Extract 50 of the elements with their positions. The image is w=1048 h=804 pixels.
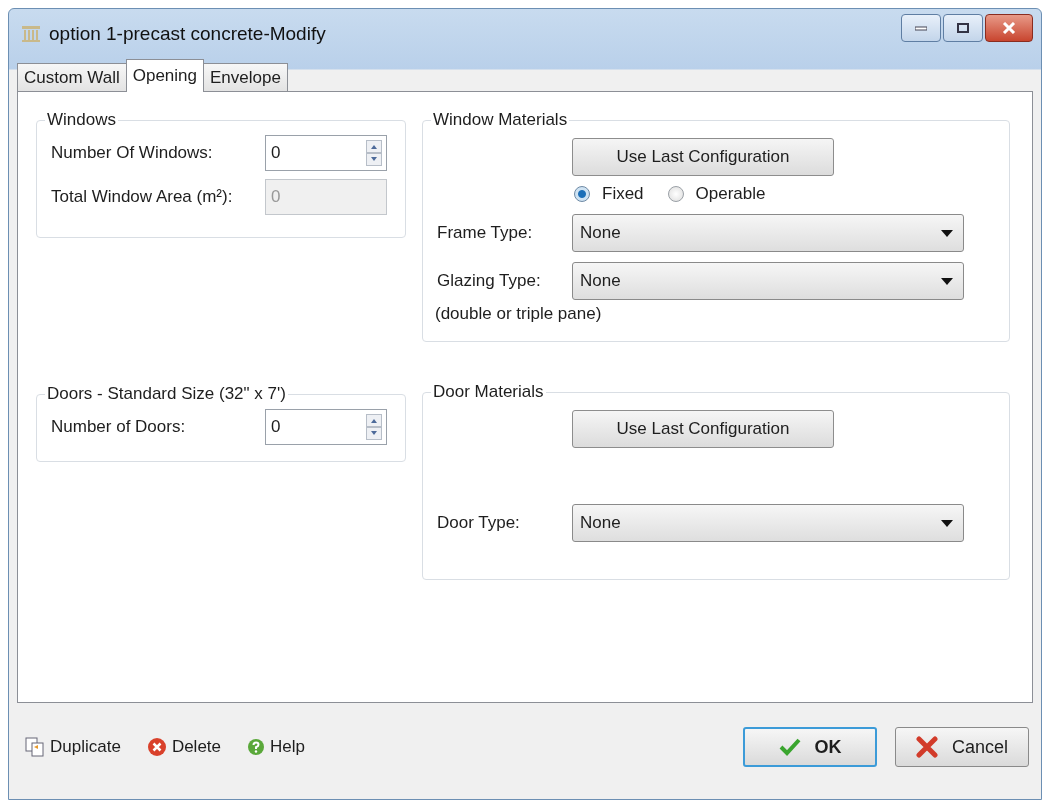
dropdown-arrow-icon [941,519,953,527]
help-button[interactable]: Help [247,737,305,757]
radio-label: Operable [695,184,766,204]
copy-pages-icon [25,737,45,757]
radio-button[interactable] [574,186,590,202]
field-label: Glazing Type: [437,271,542,291]
group-title: Window Materials [432,110,569,130]
columns-icon [21,25,41,43]
use-last-configuration-button[interactable]: Use Last Configuration [572,138,834,176]
duplicate-button[interactable]: Duplicate [25,737,121,757]
radio-option[interactable]: Operable [667,184,766,204]
delete-icon [146,737,167,757]
help-icon [247,738,265,756]
checkmark-icon [778,738,801,756]
close-button[interactable] [985,14,1033,42]
field-label: Number of Doors: [51,417,187,437]
window-title: option 1-precast concrete-Modify [49,23,326,45]
field-label: Total Window Area (m²): [51,187,234,207]
dropdown[interactable]: None [572,504,964,542]
field-label: Frame Type: [437,223,534,243]
cancel-button[interactable]: Cancel [895,727,1029,767]
maximize-button[interactable] [943,14,983,42]
close-icon [1002,22,1016,34]
group-title: Door Materials [432,382,545,402]
dropdown-arrow-icon [941,277,953,285]
radio-label: Fixed [602,184,644,204]
minimize-button[interactable] [901,14,941,42]
hint-text: (double or triple pane) [435,304,603,324]
dropdown[interactable]: None [572,214,964,252]
tab[interactable]: Custom Wall [17,63,127,91]
number-spinner[interactable]: 0 [265,409,387,445]
number-spinner[interactable]: 0 [265,135,387,171]
group-title: Doors - Standard Size (32" x 7') [46,384,287,404]
field-label: Door Type: [437,513,521,533]
use-last-configuration-button[interactable]: Use Last Configuration [572,410,834,448]
tab[interactable]: Opening [125,59,204,92]
group-title: Windows [46,110,117,130]
cancel-x-icon [916,736,938,758]
minimize-icon [915,25,927,31]
tab[interactable]: Envelope [203,63,288,91]
spinner-arrows-icon [366,414,382,440]
radio-option[interactable]: Fixed [574,184,644,204]
spinner-arrows-icon [366,140,382,166]
ok-button[interactable]: OK [743,727,877,767]
radio-button[interactable] [667,186,684,202]
dropdown-arrow-icon [941,229,953,237]
maximize-icon [957,23,969,33]
field-label: Number Of Windows: [51,143,214,163]
dropdown[interactable]: None [572,262,964,300]
delete-button[interactable]: Delete [146,737,221,757]
